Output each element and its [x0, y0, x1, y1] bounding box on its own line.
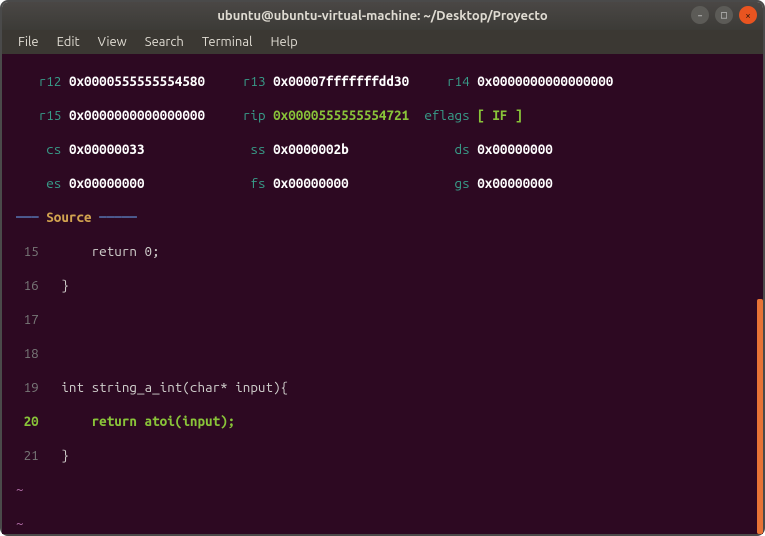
menu-help[interactable]: Help: [262, 33, 305, 51]
source-line: 21 }: [16, 447, 757, 464]
reg-val: 0x0000555555554721: [273, 107, 409, 123]
registers-row1: r12 0x0000555555554580 r13 0x00007ffffff…: [16, 73, 757, 90]
reg-val: 0x00000000: [477, 141, 553, 157]
reg-val: 0x0000000000000000: [477, 73, 613, 89]
reg-name: r13: [243, 73, 266, 89]
registers-row3: cs 0x00000033 ss 0x0000002b ds 0x0000000…: [16, 141, 757, 158]
menu-search[interactable]: Search: [137, 33, 192, 51]
menu-terminal[interactable]: Terminal: [194, 33, 261, 51]
reg-val: 0x0000002b: [273, 141, 349, 157]
reg-val: 0x0000555555554580: [69, 73, 205, 89]
registers-row4: es 0x00000000 fs 0x00000000 gs 0x0000000…: [16, 175, 757, 192]
tilde-line: ~: [16, 515, 757, 532]
source-line: 16 }: [16, 277, 757, 294]
reg-name: rip: [243, 107, 266, 123]
source-line: 18: [16, 345, 757, 362]
reg-val: 0x00000000: [477, 175, 553, 191]
reg-name: ss: [250, 141, 265, 157]
menu-file[interactable]: File: [10, 33, 47, 51]
registers-row2: r15 0x0000000000000000 rip 0x00005555555…: [16, 107, 757, 124]
reg-name: ds: [455, 141, 470, 157]
menu-view[interactable]: View: [90, 33, 135, 51]
reg-name: r12: [39, 73, 62, 89]
window-titlebar: ubuntu@ubuntu-virtual-machine: ~/Desktop…: [2, 2, 763, 30]
reg-name: r15: [39, 107, 62, 123]
source-line: 17: [16, 311, 757, 328]
terminal-output[interactable]: r12 0x0000555555554580 r13 0x00007ffffff…: [2, 54, 763, 534]
reg-name: cs: [46, 141, 61, 157]
minimize-button[interactable]: –: [691, 6, 709, 24]
menu-edit[interactable]: Edit: [49, 33, 88, 51]
reg-val: 0x00000000: [273, 175, 349, 191]
scrollbar[interactable]: [757, 54, 763, 534]
section-source: ─── Source ─────: [16, 209, 757, 226]
scrollbar-thumb[interactable]: [757, 299, 763, 534]
source-line-current: 20 return atoi(input);: [16, 413, 757, 430]
window-title: ubuntu@ubuntu-virtual-machine: ~/Desktop…: [217, 9, 547, 23]
reg-name: eflags: [424, 107, 469, 123]
menu-bar: File Edit View Search Terminal Help: [2, 30, 763, 54]
reg-val: 0x0000000000000000: [69, 107, 205, 123]
maximize-button[interactable]: □: [715, 6, 733, 24]
reg-name: gs: [455, 175, 470, 191]
close-button[interactable]: ×: [739, 6, 757, 24]
reg-name: es: [46, 175, 61, 191]
reg-name: r14: [447, 73, 470, 89]
reg-val: [ IF ]: [477, 107, 522, 123]
reg-name: fs: [250, 175, 265, 191]
source-line: 19 int string_a_int(char* input){: [16, 379, 757, 396]
reg-val: 0x00007fffffffdd30: [273, 73, 409, 89]
reg-val: 0x00000000: [69, 175, 145, 191]
source-line: 15 return 0;: [16, 243, 757, 260]
tilde-line: ~: [16, 481, 757, 498]
window-controls: – □ ×: [691, 6, 757, 24]
reg-val: 0x00000033: [69, 141, 145, 157]
